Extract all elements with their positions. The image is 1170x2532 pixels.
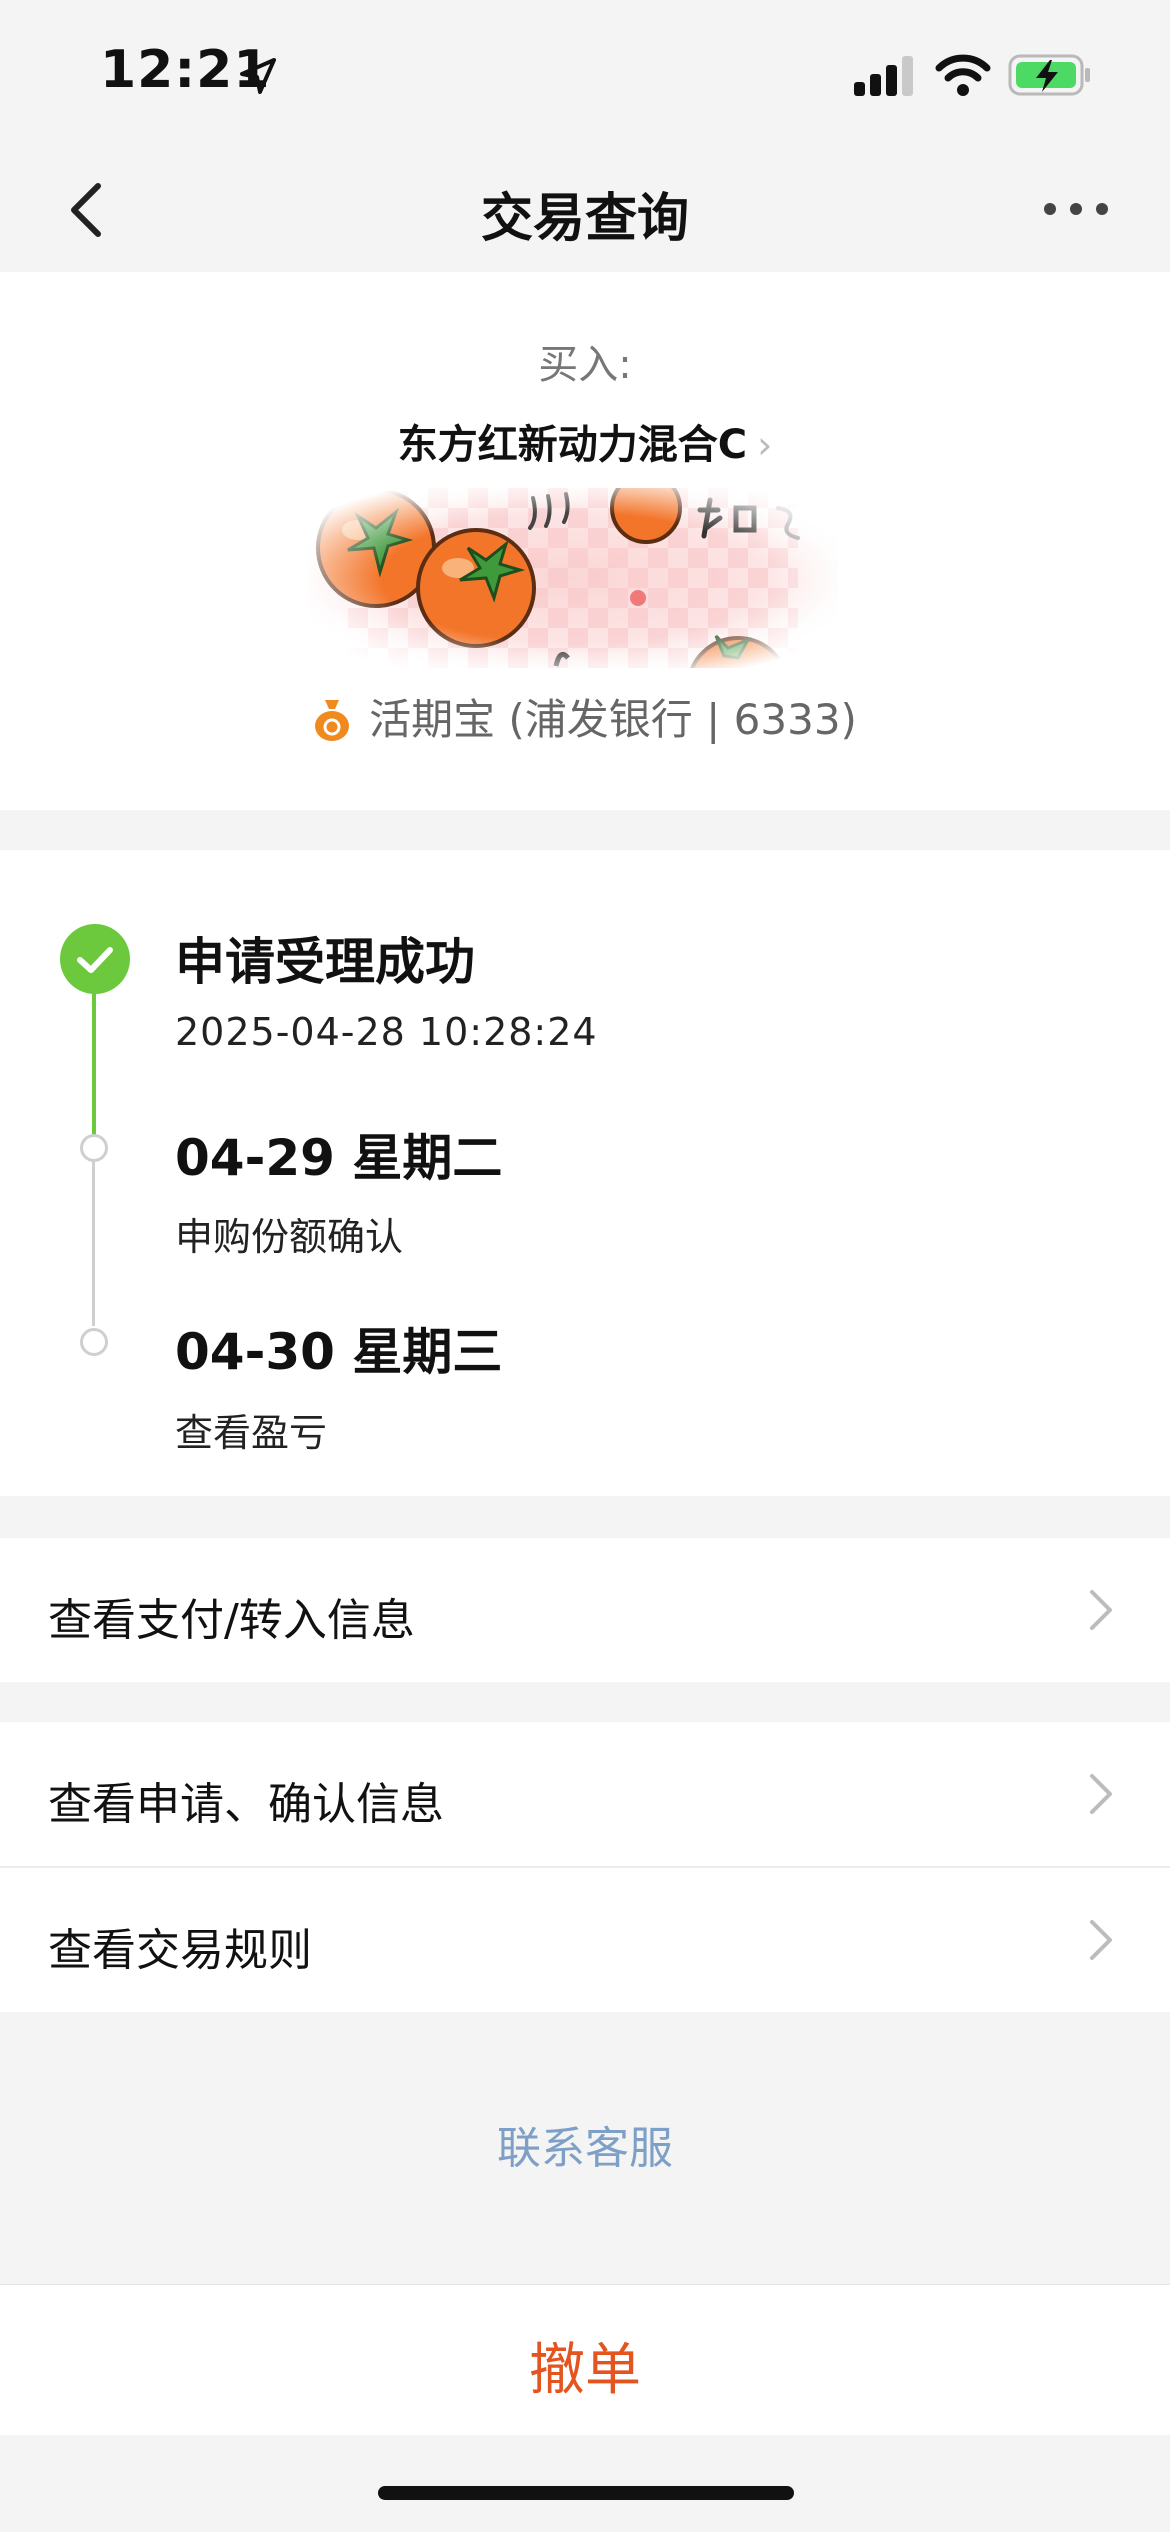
order-summary-card: 买入: 东方红新动力混合C › 活期宝 (浦发银行 | 6333): [0, 272, 1170, 810]
row-label: 查看支付/转入信息: [48, 1595, 415, 1646]
check-circle-icon: [60, 924, 130, 994]
timeline-line-pending: [92, 1140, 95, 1326]
home-indicator[interactable]: [378, 2486, 794, 2500]
persimmon-sticker-image: [308, 488, 838, 668]
payment-account: 活期宝 (浦发银行 | 6333): [0, 686, 1170, 747]
row-label: 查看申请、确认信息: [48, 1779, 444, 1830]
chevron-right-icon: [1090, 1590, 1112, 1630]
cancel-order-button[interactable]: 撤单: [0, 2325, 1170, 2406]
apply-confirm-info-row[interactable]: 查看申请、确认信息: [0, 1722, 1170, 1866]
timeline-dot: [80, 1134, 108, 1162]
timeline-step-title: 申请受理成功: [175, 933, 475, 991]
status-bar: 12:21: [0, 0, 1170, 150]
progress-timeline: 申请受理成功 2025-04-28 10:28:24 04-29 星期二 申购份…: [0, 850, 1170, 1496]
timeline-step-title: 04-30 星期三: [175, 1323, 503, 1381]
page-title: 交易查询: [480, 189, 689, 249]
battery-charging-icon: [1008, 54, 1090, 96]
location-arrow-icon: [240, 58, 276, 94]
trade-rules-row[interactable]: 查看交易规则: [0, 1868, 1170, 2012]
timeline-line-complete: [92, 990, 96, 1140]
timeline-step-desc: 申购份额确认: [175, 1215, 404, 1259]
chevron-right-icon: ›: [757, 423, 773, 467]
contact-service-link[interactable]: 联系客服: [0, 2112, 1170, 2176]
cellular-signal-icon: [854, 56, 913, 96]
chevron-right-icon: [1090, 1920, 1112, 1960]
payment-info-row[interactable]: 查看支付/转入信息: [0, 1538, 1170, 1682]
timeline-step-time: 2025-04-28 10:28:24: [175, 1010, 598, 1054]
buy-label: 买入:: [538, 342, 632, 388]
timeline-step-title: 04-29 星期二: [175, 1129, 503, 1187]
account-text: 活期宝 (浦发银行 | 6333): [369, 695, 857, 744]
nav-bar: 交易查询: [0, 150, 1170, 272]
timeline-dot: [80, 1328, 108, 1356]
chevron-right-icon: [1090, 1774, 1112, 1814]
fund-name: 东方红新动力混合C: [397, 422, 748, 468]
bottom-action-bar: 撤单: [0, 2284, 1170, 2435]
row-label: 查看交易规则: [48, 1925, 312, 1976]
money-bag-icon: [315, 700, 350, 741]
more-dots-icon[interactable]: [1040, 194, 1112, 224]
wifi-icon: [935, 54, 991, 96]
fund-name-link[interactable]: 东方红新动力混合C ›: [0, 412, 1170, 470]
timeline-step-desc: 查看盈亏: [175, 1411, 328, 1455]
